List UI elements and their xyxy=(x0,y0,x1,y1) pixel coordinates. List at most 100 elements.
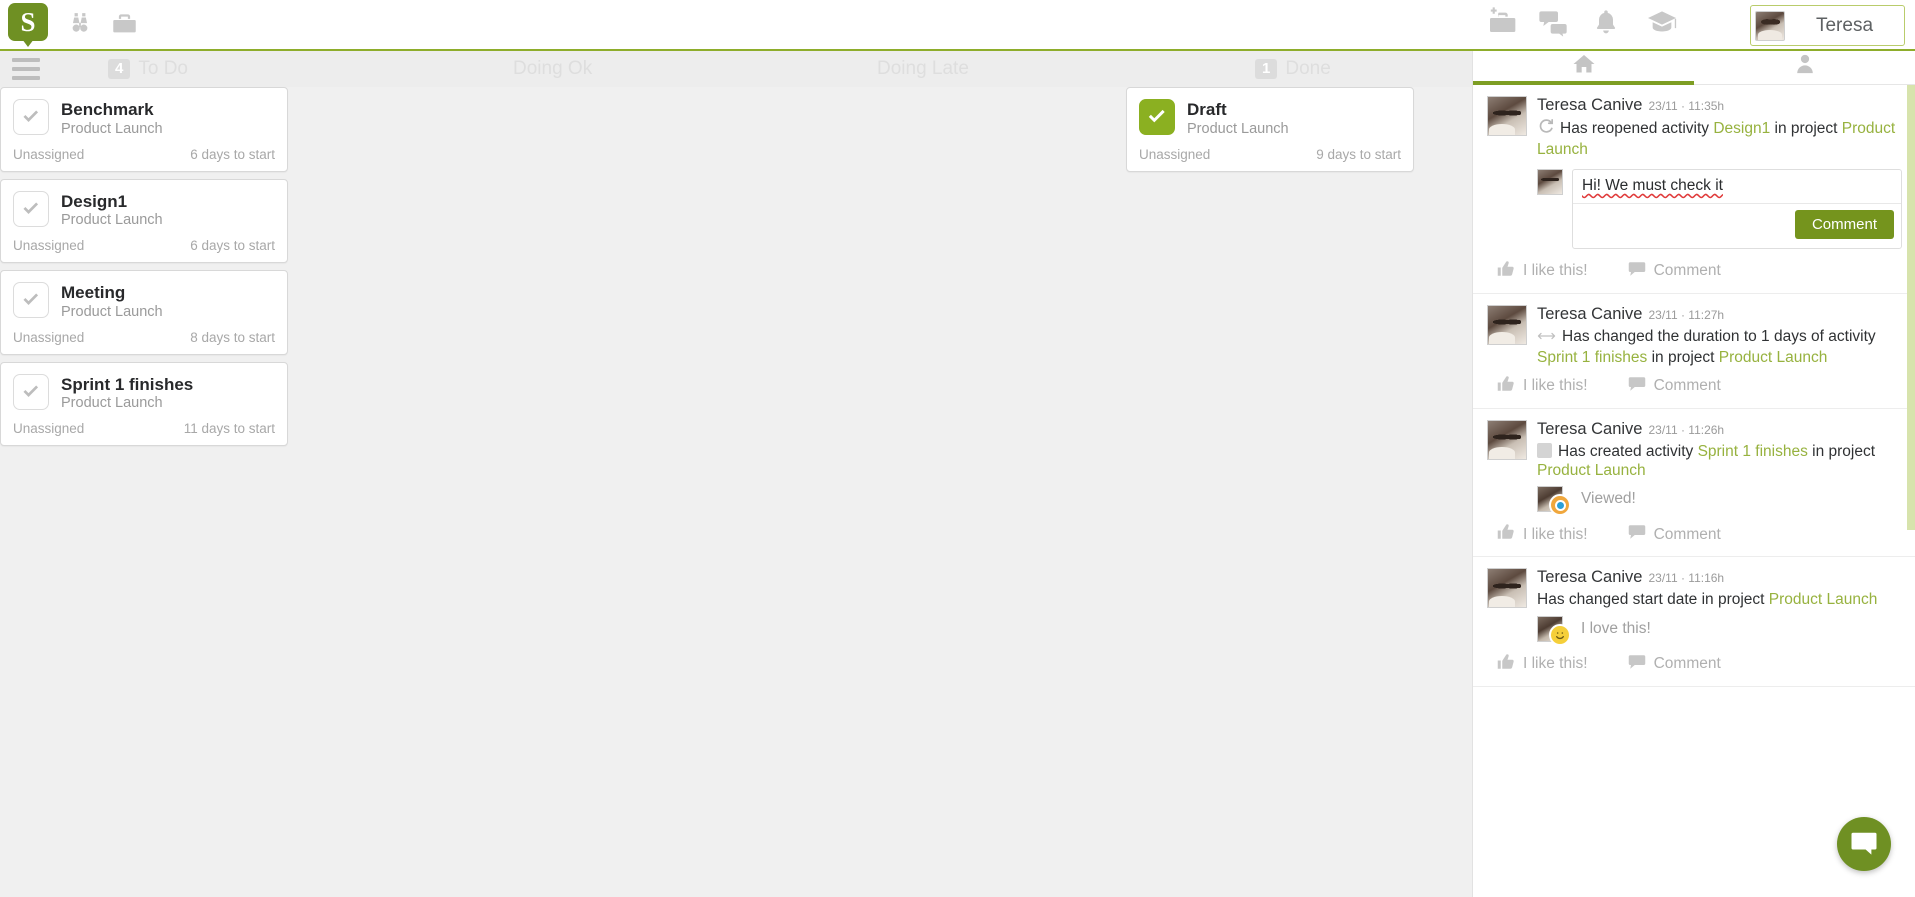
chat-icon[interactable] xyxy=(1536,4,1572,40)
task-due: 11 days to start xyxy=(183,421,275,437)
app-logo[interactable]: S xyxy=(8,3,48,47)
comment-action[interactable]: Comment xyxy=(1620,523,1721,546)
feed-item[interactable]: Teresa Canive 23/11 · 11:27h Has changed … xyxy=(1473,294,1915,409)
comment-action[interactable]: Comment xyxy=(1620,653,1721,676)
like-action[interactable]: I like this! xyxy=(1489,375,1588,398)
column-header-row: 4 To Do Doing Ok Doing Late 1 Done xyxy=(0,51,1472,87)
feed-actions: I like this! Comment xyxy=(1487,368,1902,402)
binoculars-icon[interactable] xyxy=(62,6,98,42)
like-label: I like this! xyxy=(1523,262,1588,280)
reaction-viewed: Viewed! xyxy=(1537,486,1902,517)
task-due: 6 days to start xyxy=(190,146,275,162)
feed-scrollbar-thumb[interactable] xyxy=(1907,85,1915,530)
like-action[interactable]: I like this! xyxy=(1489,260,1588,283)
comment-action[interactable]: Comment xyxy=(1620,260,1721,283)
hamburger-menu-icon[interactable] xyxy=(12,58,40,80)
arrows-horizontal-icon xyxy=(1537,329,1556,348)
refresh-icon xyxy=(1537,118,1554,140)
graduation-cap-icon[interactable] xyxy=(1644,4,1680,40)
feed-text-pre: Has changed the duration to 1 days of ac… xyxy=(1562,327,1876,345)
feed-message: Has reopened activity Design1 in project… xyxy=(1537,118,1902,160)
briefcase-icon[interactable] xyxy=(106,6,142,42)
column-todo[interactable]: Benchmark Product Launch Unassigned 6 da… xyxy=(0,87,288,453)
avatar xyxy=(1537,168,1563,195)
feed-text-pre: Has created activity xyxy=(1558,442,1698,460)
task-project: Product Launch xyxy=(61,395,163,412)
avatar xyxy=(1537,486,1571,517)
avatar xyxy=(1537,615,1571,646)
task-card-meeting[interactable]: Meeting Product Launch Unassigned 8 days… xyxy=(0,270,288,355)
column-header-todo[interactable]: 4 To Do xyxy=(108,51,188,87)
task-card-benchmark[interactable]: Benchmark Product Launch Unassigned 6 da… xyxy=(0,87,288,172)
feed-activity-link[interactable]: Sprint 1 finishes xyxy=(1698,443,1808,460)
smiley-icon xyxy=(1549,623,1571,646)
feed-item[interactable]: Teresa Canive 23/11 · 11:35h Has reopened… xyxy=(1473,85,1915,294)
feed-project-link[interactable]: Product Launch xyxy=(1769,591,1878,608)
task-project: Product Launch xyxy=(1187,120,1289,137)
chat-bubble-icon[interactable] xyxy=(1837,817,1891,871)
task-assignee: Unassigned xyxy=(13,238,85,254)
column-done[interactable]: Draft Product Launch Unassigned 9 days t… xyxy=(1126,87,1414,179)
add-project-icon[interactable] xyxy=(1484,4,1520,40)
feed-project-link[interactable]: Product Launch xyxy=(1719,349,1828,366)
feed-activity-link[interactable]: Sprint 1 finishes xyxy=(1537,349,1647,366)
task-assignee: Unassigned xyxy=(13,329,85,345)
user-menu[interactable]: Teresa xyxy=(1750,5,1905,46)
task-card-sprint-1-finishes[interactable]: Sprint 1 finishes Product Launch Unassig… xyxy=(0,361,288,447)
comment-action[interactable]: Comment xyxy=(1620,375,1721,398)
activity-feed-panel: Teresa Canive 23/11 · 11:35h Has reopened… xyxy=(1472,51,1915,897)
task-checkbox[interactable] xyxy=(13,373,49,410)
feed-item[interactable]: Teresa Canive 23/11 · 11:16h Has changed … xyxy=(1473,557,1915,687)
tab-person[interactable] xyxy=(1694,51,1915,85)
column-count-todo: 4 xyxy=(108,58,131,80)
comment-label: Comment xyxy=(1653,377,1721,394)
feed-timestamp: 23/11 · 11:27h xyxy=(1648,307,1725,322)
task-title: Design1 xyxy=(61,191,128,211)
top-bar: S Teresa xyxy=(0,0,1915,51)
tab-home[interactable] xyxy=(1473,51,1694,85)
thumbs-up-icon xyxy=(1497,523,1515,546)
task-card-draft[interactable]: Draft Product Launch Unassigned 9 days t… xyxy=(1126,87,1414,172)
feed-text-mid: in project xyxy=(1647,349,1719,367)
reaction-label: Viewed! xyxy=(1581,490,1636,508)
feed-message: Has changed start date in project Produc… xyxy=(1537,590,1902,609)
square-icon xyxy=(1537,442,1552,458)
task-checkbox[interactable] xyxy=(13,190,49,227)
feed-item-list[interactable]: Teresa Canive 23/11 · 11:35h Has reopened… xyxy=(1473,85,1915,897)
task-assignee: Unassigned xyxy=(13,421,85,437)
like-label: I like this! xyxy=(1523,655,1588,673)
task-title: Benchmark xyxy=(61,100,154,119)
feed-timestamp: 23/11 · 11:26h xyxy=(1648,422,1725,437)
speech-bubble-icon xyxy=(1628,260,1646,283)
feed-tab-bar xyxy=(1473,51,1915,85)
feed-project-link[interactable]: Product Launch xyxy=(1537,462,1646,479)
logo-letter: S xyxy=(20,6,36,37)
task-assignee: Unassigned xyxy=(13,146,85,162)
feed-timestamp: 23/11 · 11:16h xyxy=(1648,571,1725,586)
task-due: 6 days to start xyxy=(190,238,275,254)
comment-label: Comment xyxy=(1653,655,1721,673)
speech-bubble-icon xyxy=(1628,523,1646,546)
column-header-done[interactable]: 1 Done xyxy=(1255,51,1331,87)
like-action[interactable]: I like this! xyxy=(1489,523,1588,546)
task-checkbox[interactable] xyxy=(1139,99,1175,135)
comment-input[interactable]: Hi! We must check it xyxy=(1573,170,1901,204)
feed-author: Teresa Canive xyxy=(1537,568,1643,587)
task-project: Product Launch xyxy=(61,303,163,320)
task-card-design1[interactable]: Design1 Product Launch Unassigned 6 days… xyxy=(0,178,288,264)
feed-activity-link[interactable]: Design1 xyxy=(1713,120,1770,137)
comment-composer[interactable]: Hi! We must check it Comment xyxy=(1537,168,1902,249)
feed-item[interactable]: Teresa Canive 23/11 · 11:26h Has created … xyxy=(1473,409,1915,558)
bell-icon[interactable] xyxy=(1588,4,1624,40)
like-action[interactable]: I like this! xyxy=(1489,653,1588,676)
comment-submit-button[interactable]: Comment xyxy=(1794,209,1894,239)
reaction-label: I love this! xyxy=(1581,619,1651,637)
task-checkbox[interactable] xyxy=(13,99,49,135)
reaction-love: I love this! xyxy=(1537,615,1902,646)
kanban-board: 4 To Do Doing Ok Doing Late 1 Done Bench… xyxy=(0,51,1472,897)
column-header-doing-ok[interactable]: Doing Ok xyxy=(513,51,592,87)
feed-actions: I like this! Comment xyxy=(1487,646,1902,680)
task-checkbox[interactable] xyxy=(13,282,49,319)
column-header-doing-late[interactable]: Doing Late xyxy=(877,51,969,87)
feed-text-pre: Has changed start date in project xyxy=(1537,591,1769,609)
